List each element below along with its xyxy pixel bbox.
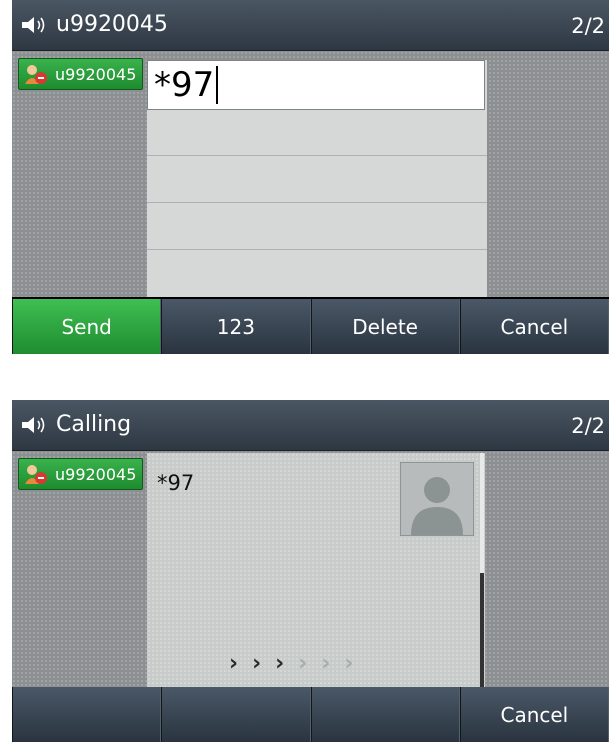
account-status-icon: [23, 62, 49, 86]
progress-arrow: ›: [321, 651, 345, 676]
delete-softkey[interactable]: Delete: [310, 299, 460, 354]
progress-arrow: ›: [275, 651, 299, 676]
page-indicator: 2/2: [571, 414, 605, 438]
softkey-bar: Cancel: [12, 687, 609, 742]
title-group: u9920045: [20, 12, 168, 37]
progress-arrow: ›: [344, 651, 368, 676]
main-area: u9920045 *97: [12, 51, 609, 297]
dial-suggestion-row: [147, 249, 487, 250]
title-bar: u9920045 2/2: [12, 0, 609, 51]
line-key-account[interactable]: u9920045: [18, 458, 143, 490]
dial-suggestion-row: [147, 202, 487, 203]
title-text: Calling: [56, 412, 132, 437]
scrollbar-thumb[interactable]: [480, 573, 484, 693]
dialing-screen: u9920045 2/2 u9920045 *97 Send 123 Delet…: [12, 0, 609, 354]
call-number: *97: [157, 471, 195, 495]
dial-panel: *97: [147, 60, 487, 297]
dial-suggestion-row: [147, 155, 487, 156]
progress-arrow: ›: [229, 651, 253, 676]
title-group: Calling: [20, 412, 131, 437]
progress-arrow: ›: [298, 651, 322, 676]
dial-input-value: *97: [154, 65, 215, 105]
softkey-empty-2[interactable]: [161, 687, 311, 742]
title-bar: Calling 2/2: [12, 400, 609, 451]
line-key-label: u9920045: [55, 64, 137, 84]
cancel-softkey[interactable]: Cancel: [459, 687, 609, 742]
page-indicator: 2/2: [571, 14, 605, 38]
softkey-empty-1[interactable]: [12, 687, 162, 742]
text-cursor: [216, 66, 219, 104]
title-text: u9920045: [56, 12, 168, 37]
main-area: u9920045 *97 ››››››: [12, 451, 609, 695]
speaker-icon: [22, 416, 45, 433]
softkey-empty-3[interactable]: [310, 687, 460, 742]
speaker-icon: [22, 16, 45, 33]
input-mode-softkey[interactable]: 123: [161, 299, 311, 354]
account-status-icon: [23, 462, 49, 486]
send-softkey[interactable]: Send: [12, 299, 162, 354]
contact-avatar-icon: [400, 462, 474, 536]
line-key-account[interactable]: u9920045: [18, 58, 143, 90]
call-panel: *97 ››››››: [147, 453, 485, 695]
calling-progress-arrows: ››››››: [229, 651, 367, 676]
calling-screen: Calling 2/2 u9920045 *97 ›››››› Cancel: [12, 400, 609, 742]
softkey-bar: Send 123 Delete Cancel: [12, 299, 609, 354]
progress-arrow: ›: [252, 651, 276, 676]
line-key-label: u9920045: [55, 464, 137, 484]
dial-input-field[interactable]: *97: [147, 60, 485, 110]
cancel-softkey[interactable]: Cancel: [459, 299, 609, 354]
